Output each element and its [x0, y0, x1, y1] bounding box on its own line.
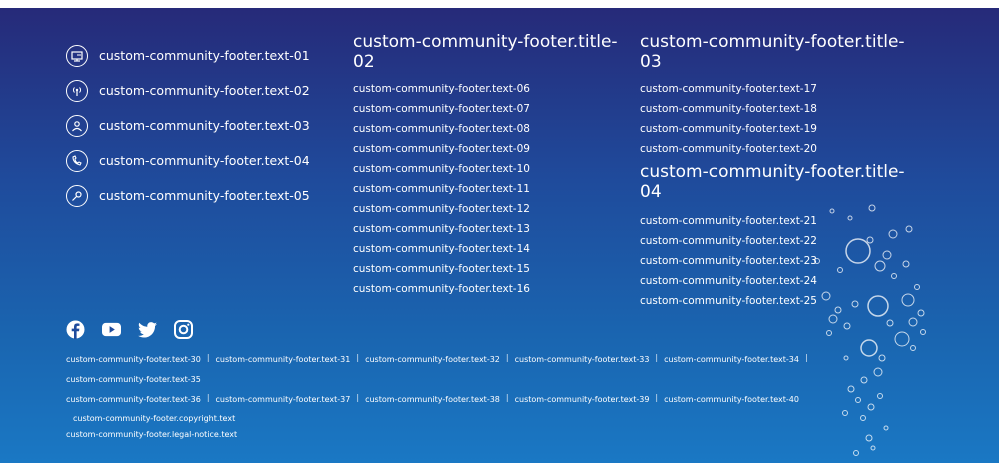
contact-link-01[interactable]: custom-community-footer.text-01: [66, 38, 310, 73]
footer-column-3: custom-community-footer.title-03 custom-…: [640, 32, 910, 314]
footer-link[interactable]: custom-community-footer.text-18: [640, 102, 910, 122]
column-title: custom-community-footer.title-04: [640, 162, 905, 202]
bottom-links-row: custom-community-footer.text-30 | custom-…: [66, 353, 826, 373]
twitter-icon[interactable]: [138, 320, 157, 339]
contact-link-03[interactable]: custom-community-footer.text-03: [66, 108, 310, 143]
bottom-links-row: custom-community-footer.text-36 | custom-…: [66, 393, 826, 413]
footer-link[interactable]: custom-community-footer.text-12: [353, 202, 623, 222]
key-icon: [66, 184, 88, 207]
desktop-icon: [66, 44, 88, 67]
bottom-link[interactable]: custom-community-footer.text-30: [66, 353, 201, 373]
footer-link[interactable]: custom-community-footer.text-23: [640, 254, 910, 274]
contact-link-label: custom-community-footer.text-04: [99, 153, 310, 168]
footer-link[interactable]: custom-community-footer.text-08: [353, 122, 623, 142]
bottom-links-row: custom-community-footer.text-35: [66, 373, 826, 393]
bottom-link[interactable]: custom-community-footer.text-33: [515, 353, 650, 373]
separator: |: [655, 393, 659, 402]
social-links: [66, 320, 193, 339]
bottom-link[interactable]: custom-community-footer.text-34: [664, 353, 799, 373]
bottom-link[interactable]: custom-community-footer.text-38: [365, 393, 500, 413]
link-list: custom-community-footer.text-06 custom-c…: [353, 82, 623, 302]
phone-icon: [66, 149, 88, 172]
legal-notice-link[interactable]: custom-community-footer.legal-notice.tex…: [66, 429, 826, 443]
contact-link-label: custom-community-footer.text-03: [99, 118, 310, 133]
separator: |: [206, 393, 210, 402]
footer-link[interactable]: custom-community-footer.text-19: [640, 122, 910, 142]
footer-link[interactable]: custom-community-footer.text-06: [353, 82, 623, 102]
footer-link[interactable]: custom-community-footer.text-25: [640, 294, 910, 314]
contact-link-04[interactable]: custom-community-footer.text-04: [66, 143, 310, 178]
bottom-link[interactable]: custom-community-footer.text-39: [515, 393, 650, 413]
contact-link-02[interactable]: custom-community-footer.text-02: [66, 73, 310, 108]
bottom-link[interactable]: custom-community-footer.text-32: [365, 353, 500, 373]
footer-link[interactable]: custom-community-footer.text-17: [640, 82, 910, 102]
footer-link[interactable]: custom-community-footer.text-24: [640, 274, 910, 294]
footer-link[interactable]: custom-community-footer.text-20: [640, 142, 910, 162]
footer-column-2: custom-community-footer.title-02 custom-…: [353, 32, 623, 302]
footer-link[interactable]: custom-community-footer.text-16: [353, 282, 623, 302]
footer-link[interactable]: custom-community-footer.text-07: [353, 102, 623, 122]
instagram-icon[interactable]: [174, 320, 193, 339]
footer-link[interactable]: custom-community-footer.text-09: [353, 142, 623, 162]
column-title: custom-community-footer.title-02: [353, 32, 618, 72]
footer-link[interactable]: custom-community-footer.text-13: [353, 222, 623, 242]
separator: |: [655, 353, 659, 362]
broadcast-icon: [66, 79, 88, 102]
separator: |: [356, 393, 360, 402]
footer-link[interactable]: custom-community-footer.text-15: [353, 262, 623, 282]
link-list: custom-community-footer.text-21 custom-c…: [640, 214, 910, 314]
community-footer: custom-community-footer.text-01 custom-c…: [0, 8, 999, 463]
footer-link[interactable]: custom-community-footer.text-21: [640, 214, 910, 234]
separator: |: [505, 393, 509, 402]
contact-link-label: custom-community-footer.text-01: [99, 48, 310, 63]
contact-links: custom-community-footer.text-01 custom-c…: [66, 38, 310, 213]
separator: |: [804, 353, 808, 362]
contact-link-05[interactable]: custom-community-footer.text-05: [66, 178, 310, 213]
bottom-links: custom-community-footer.text-30 | custom-…: [66, 353, 826, 443]
youtube-icon[interactable]: [102, 320, 121, 339]
separator: |: [356, 353, 360, 362]
bottom-link[interactable]: custom-community-footer.text-37: [216, 393, 351, 413]
separator: |: [206, 353, 210, 362]
bottom-link[interactable]: custom-community-footer.text-40: [664, 393, 799, 413]
footer-link[interactable]: custom-community-footer.text-11: [353, 182, 623, 202]
contact-link-label: custom-community-footer.text-05: [99, 188, 310, 203]
bottom-link[interactable]: custom-community-footer.text-35: [66, 373, 201, 393]
facebook-icon[interactable]: [66, 320, 85, 339]
contact-link-label: custom-community-footer.text-02: [99, 83, 310, 98]
link-list: custom-community-footer.text-17 custom-c…: [640, 82, 910, 162]
bottom-link[interactable]: custom-community-footer.text-31: [216, 353, 351, 373]
footer-link[interactable]: custom-community-footer.text-14: [353, 242, 623, 262]
column-title: custom-community-footer.title-03: [640, 32, 905, 72]
separator: |: [505, 353, 509, 362]
footer-link[interactable]: custom-community-footer.text-22: [640, 234, 910, 254]
user-icon: [66, 114, 88, 137]
copyright-text: custom-community-footer.copyright.text: [73, 414, 236, 423]
bottom-link[interactable]: custom-community-footer.text-36: [66, 393, 201, 413]
footer-link[interactable]: custom-community-footer.text-10: [353, 162, 623, 182]
